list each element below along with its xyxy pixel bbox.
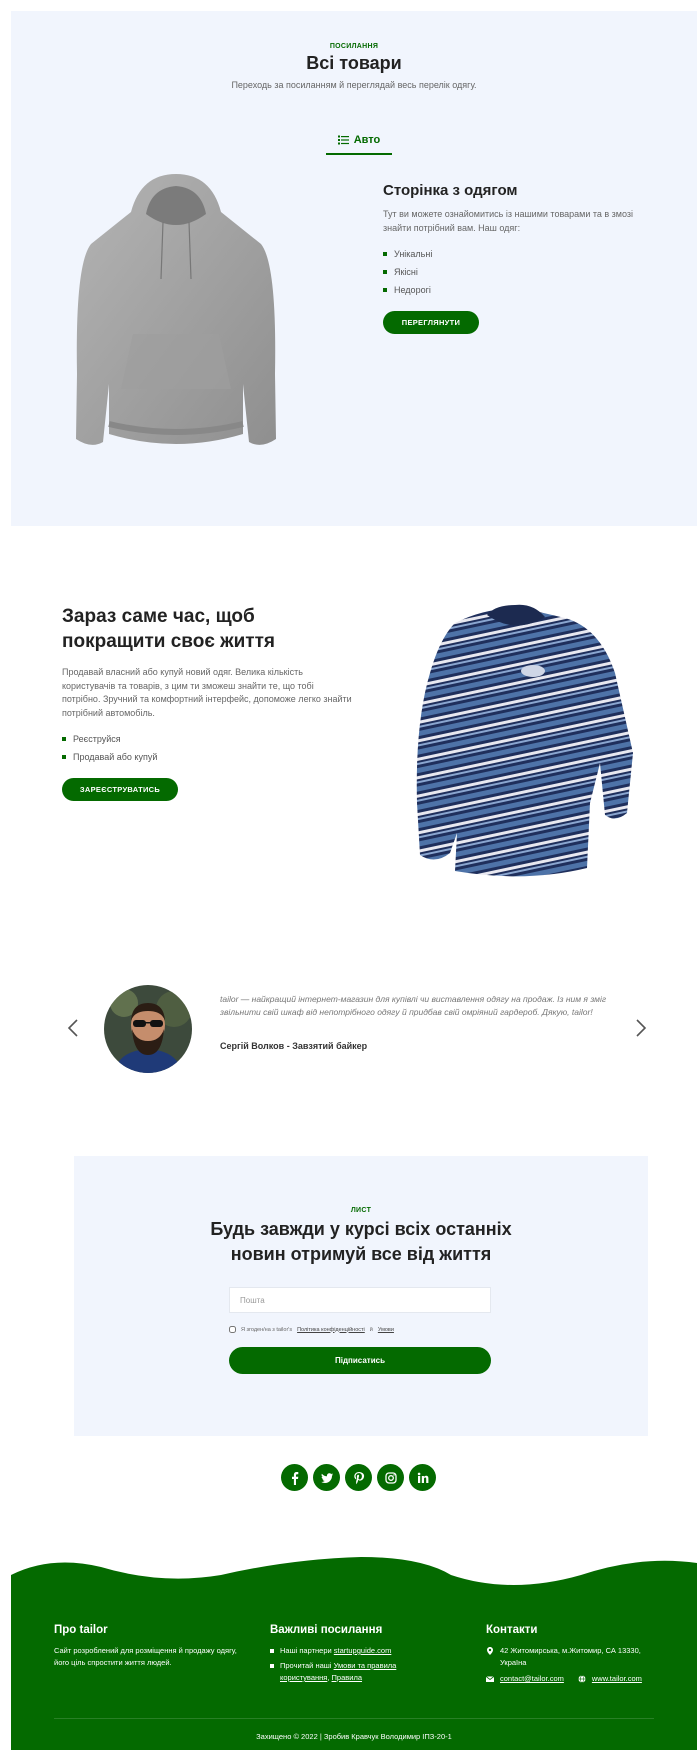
list-item: Реєструйся — [62, 730, 352, 748]
testimonial-carousel: tailor — найкращий інтернет-магазин для … — [60, 980, 660, 1080]
register-button[interactable]: ЗАРЕЄСТРУВАТИСЬ — [62, 778, 178, 802]
products-card-text: Тут ви можете ознайомитись із нашими тов… — [383, 209, 634, 233]
hoodie-image — [76, 174, 276, 445]
tab-auto[interactable]: Авто — [326, 127, 392, 155]
products-lead: Переходь за посиланням й переглядай весь… — [231, 80, 477, 90]
newsletter-title: Будь завжди у курсі всіх останніх новин … — [210, 1219, 512, 1265]
twitter-link[interactable] — [313, 1464, 340, 1491]
view-button[interactable]: ПЕРЕГЛЯНУТИ — [383, 311, 479, 334]
email-website-row: contact@tailor.com www.tailor.com — [486, 1673, 666, 1685]
list-item: Прочитай наші Умови та правила користува… — [270, 1660, 430, 1684]
envelope-icon — [486, 1676, 494, 1682]
website-link[interactable]: www.tailor.com — [592, 1673, 642, 1685]
pinterest-link[interactable] — [345, 1464, 372, 1491]
list-item: Недорогі — [383, 281, 663, 299]
products-overline: ПОСИЛАННЯ — [329, 43, 379, 50]
testimonial-author: Сергій Волков - Завзятий байкер — [220, 1041, 368, 1051]
bullet-icon — [62, 737, 66, 742]
terms-link[interactable]: Умови — [378, 1327, 394, 1333]
footer-about-title: Про tailor — [54, 1624, 108, 1636]
email-field[interactable] — [229, 1287, 491, 1313]
avatar — [104, 985, 192, 1073]
sweater-image — [416, 604, 633, 877]
footer-about: Про tailor Сайт розроблений для розміщен… — [54, 1624, 239, 1669]
twitter-icon — [320, 1472, 333, 1483]
products-card: Сторінка з одягом Тут ви можете ознайоми… — [383, 182, 663, 334]
promo-text: Продавай власний або купуй новий одяг. В… — [62, 667, 352, 718]
footer: Про tailor Сайт розроблений для розміщен… — [11, 1600, 697, 1750]
products-title: Всі товари — [306, 53, 402, 73]
bullet-icon — [62, 755, 66, 760]
globe-icon — [578, 1675, 586, 1683]
bullet-icon — [383, 252, 387, 256]
instagram-icon — [384, 1471, 397, 1484]
footer-divider — [54, 1718, 654, 1719]
bullet-icon — [270, 1649, 274, 1653]
linkedin-icon — [417, 1472, 428, 1483]
partners-link[interactable]: startupguide.com — [334, 1646, 392, 1655]
footer-links: Важливі посилання Наші партнери startupg… — [270, 1624, 430, 1687]
products-card-title: Сторінка з одягом — [383, 182, 518, 199]
footer-contacts-title: Контакти — [486, 1624, 538, 1636]
list-item: Наші партнери startupguide.com — [270, 1645, 430, 1657]
rules-link[interactable]: Правила — [332, 1673, 362, 1682]
social-links — [281, 1464, 436, 1491]
list-icon — [337, 135, 349, 145]
bullet-icon — [383, 288, 387, 292]
footer-about-text: Сайт розроблений для розміщення й продаж… — [54, 1646, 237, 1667]
facebook-link[interactable] — [281, 1464, 308, 1491]
subscribe-button[interactable]: Підписатись — [229, 1347, 491, 1374]
newsletter-overline: ЛИСТ — [350, 1207, 372, 1214]
consent-checkbox[interactable] — [229, 1326, 236, 1333]
address-row: 42 Житомирська, м.Житомир, СА 13330, Укр… — [486, 1645, 666, 1669]
bearded-man-portrait — [104, 985, 192, 1073]
promo-feature-list: Реєструйся Продавай або купуй — [62, 730, 352, 766]
privacy-policy-link[interactable]: Політика конфіденційності — [297, 1327, 365, 1333]
map-pin-icon — [487, 1647, 493, 1655]
next-arrow-icon[interactable] — [634, 1018, 648, 1038]
pinterest-icon — [353, 1471, 364, 1484]
consent-row: Я згоден/на з tailor's Політика конфіден… — [229, 1326, 394, 1333]
email-link[interactable]: contact@tailor.com — [500, 1673, 564, 1685]
prev-arrow-icon[interactable] — [66, 1018, 80, 1038]
facebook-icon — [291, 1471, 298, 1485]
bullet-icon — [270, 1664, 274, 1668]
list-item: Продавай або купуй — [62, 748, 352, 766]
promo-title: Зараз саме час, щоб покращити своє життя — [62, 606, 275, 652]
testimonial-quote: tailor — найкращий інтернет-магазин для … — [220, 994, 607, 1018]
footer-links-title: Важливі посилання — [270, 1624, 383, 1636]
list-item: Якісні — [383, 263, 663, 281]
products-feature-list: Унікальні Якісні Недорогі — [383, 245, 663, 299]
linkedin-link[interactable] — [409, 1464, 436, 1491]
footer-wave — [11, 1557, 697, 1605]
copyright: Захищено © 2022 | Зробив Кравчук Володим… — [256, 1732, 452, 1741]
footer-contacts: Контакти 42 Житомирська, м.Житомир, СА 1… — [486, 1624, 666, 1689]
promo-section: Зараз саме час, щоб покращити своє життя… — [62, 605, 352, 802]
address-text: 42 Житомирська, м.Житомир, СА 13330, Укр… — [500, 1646, 641, 1667]
list-item: Унікальні — [383, 245, 663, 263]
instagram-link[interactable] — [377, 1464, 404, 1491]
newsletter-section: ЛИСТ Будь завжди у курсі всіх останніх н… — [74, 1156, 648, 1436]
products-section: ПОСИЛАННЯ Всі товари Переходь за посилан… — [11, 11, 697, 526]
tab-auto-label: Авто — [353, 134, 381, 146]
bullet-icon — [383, 270, 387, 274]
